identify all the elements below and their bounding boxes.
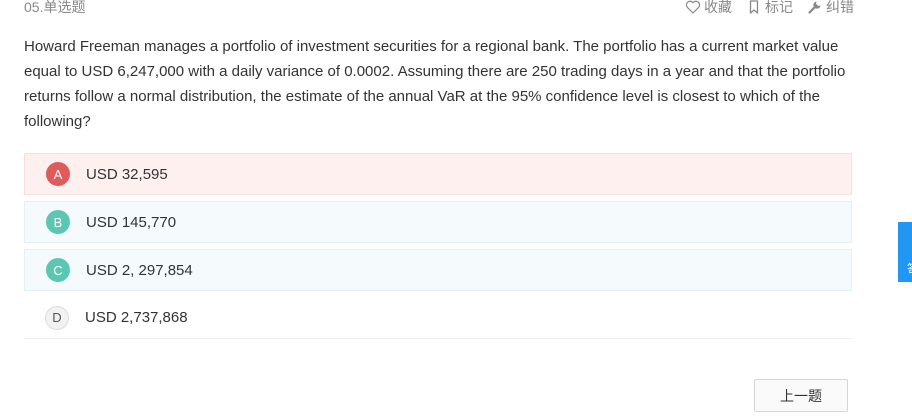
question-actions: 收藏 标记 纠错 [671, 0, 854, 15]
report-error-button[interactable]: 纠错 [807, 0, 854, 15]
mark-label: 标记 [765, 0, 793, 15]
mark-button[interactable]: 标记 [746, 0, 793, 15]
option-b-text: USD 145,770 [86, 213, 177, 231]
report-error-label: 纠错 [826, 0, 854, 15]
option-a-text: USD 32,595 [86, 165, 168, 183]
option-c-badge: C [46, 258, 70, 282]
question-header: 05.单选题 收藏 标记 纠错 [24, 0, 854, 16]
option-d[interactable]: D USD 2,737,868 [24, 297, 852, 339]
option-d-text: USD 2,737,868 [85, 309, 188, 326]
option-b-badge: B [46, 210, 70, 234]
favorite-label: 收藏 [704, 0, 732, 15]
bookmark-icon [749, 0, 759, 14]
side-answer-tab[interactable]: 答 [898, 222, 912, 282]
question-number: 05.单选题 [24, 0, 86, 15]
option-c-text: USD 2, 297,854 [86, 261, 193, 279]
question-stem: Howard Freeman manages a portfolio of in… [24, 38, 846, 130]
option-c[interactable]: C USD 2, 297,854 [24, 249, 852, 291]
favorite-button[interactable]: 收藏 [685, 0, 732, 15]
wrench-icon [808, 1, 821, 14]
prev-question-button[interactable]: 上一题 [754, 379, 848, 412]
heart-icon [685, 0, 701, 14]
option-b[interactable]: B USD 145,770 [24, 201, 852, 243]
option-a-badge: A [46, 162, 70, 186]
option-a[interactable]: A USD 32,595 [24, 153, 852, 195]
option-d-badge: D [45, 305, 69, 330]
side-answer-tab-label: 答 [907, 260, 912, 276]
